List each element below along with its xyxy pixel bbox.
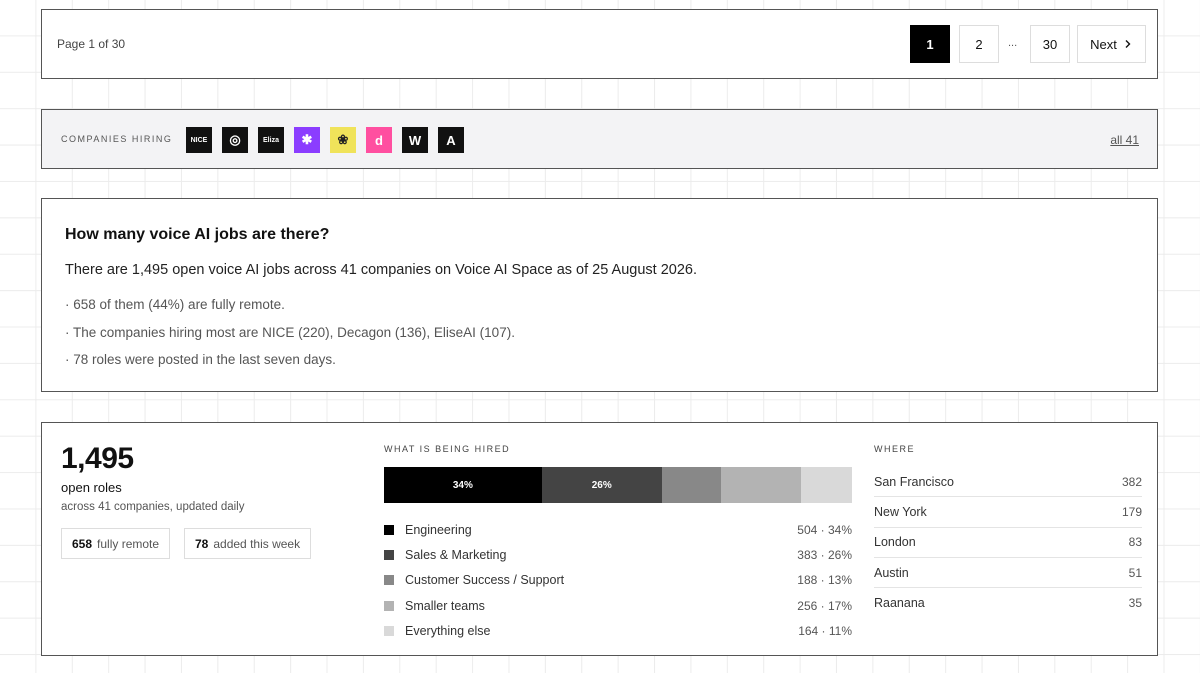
stats-subtitle: across 41 companies, updated daily	[61, 501, 245, 513]
all-companies-link[interactable]: all 41	[1110, 133, 1139, 147]
next-page-button[interactable]: Next	[1077, 25, 1146, 63]
legend-swatch	[384, 575, 394, 586]
location-city: London	[874, 535, 916, 550]
hiring-legend-item: Everything else 164 · 11%	[384, 618, 852, 643]
location-count: 382	[1121, 474, 1142, 489]
hiring-breakdown-bar: 34% 26%	[384, 467, 852, 503]
legend-category: Engineering	[405, 522, 472, 537]
legend-value: 188 · 13%	[797, 573, 852, 588]
hiring-legend-item: Sales & Marketing 383 · 26%	[384, 542, 852, 567]
location-city: New York	[874, 504, 927, 519]
hiring-legend-item: Smaller teams 256 · 17%	[384, 593, 852, 618]
legend-swatch	[384, 549, 394, 560]
page-2-button[interactable]: 2	[959, 25, 999, 63]
location-count: 35	[1128, 596, 1142, 611]
faq-card: How many voice AI jobs are there? There …	[41, 198, 1158, 392]
location-list: San Francisco 382 New York 179 London 83 Austi…	[874, 467, 1142, 618]
location-row[interactable]: London 83	[874, 528, 1142, 558]
faq-points: · 658 of them (44%) are fully remote. · …	[65, 297, 515, 380]
location-row[interactable]: New York 179	[874, 497, 1142, 528]
legend-swatch	[384, 600, 394, 611]
hiring-bar-segment	[800, 467, 852, 503]
decagon-logo[interactable]: ◎	[222, 127, 248, 153]
hiring-legend-item: Customer Success / Support 188 · 13%	[384, 568, 852, 593]
faq-point: · The companies hiring most are NICE (22…	[65, 324, 515, 340]
nice-logo[interactable]: NICE	[186, 127, 212, 153]
page-1-button[interactable]: 1	[910, 25, 950, 63]
faq-question: How many voice AI jobs are there?	[65, 226, 330, 243]
location-city: San Francisco	[874, 474, 954, 489]
total-roles-count: 1,495	[61, 442, 134, 475]
legend-value: 383 · 26%	[797, 547, 852, 562]
location-count: 179	[1121, 504, 1142, 519]
location-row[interactable]: San Francisco 382	[874, 467, 1142, 498]
location-row[interactable]: Raanana 35	[874, 588, 1142, 618]
location-count: 51	[1128, 565, 1142, 580]
a-logo[interactable]: A	[438, 127, 464, 153]
starburst-logo[interactable]: ✱	[294, 127, 320, 153]
hiring-legend-item: Engineering 504 · 34%	[384, 517, 852, 542]
location-city: Austin	[874, 565, 909, 580]
legend-value: 504 · 34%	[797, 522, 852, 537]
companies-hiring-bar: COMPANIES HIRING NICE ◎ Eliza ✱ ❀ d W A all 41	[41, 109, 1158, 169]
legend-category: Smaller teams	[405, 598, 485, 613]
hiring-bar-segment: 34%	[384, 467, 542, 503]
remote-count: 658	[72, 536, 93, 551]
total-roles-label: open roles	[61, 480, 122, 495]
legend-swatch	[384, 524, 394, 535]
w-logo[interactable]: W	[402, 127, 428, 153]
page-30-button[interactable]: 30	[1030, 25, 1070, 63]
page-ellipsis: ...	[1008, 37, 1018, 49]
legend-category: Everything else	[405, 623, 491, 638]
location-city: Raanana	[874, 596, 925, 611]
flower-logo[interactable]: ❀	[330, 127, 356, 153]
d-logo[interactable]: d	[366, 127, 392, 153]
where-label: WHERE	[874, 444, 915, 454]
legend-swatch	[384, 625, 394, 636]
hiring-label: WHAT IS BEING HIRED	[384, 444, 511, 454]
location-row[interactable]: Austin 51	[874, 558, 1142, 589]
legend-value: 256 · 17%	[797, 598, 852, 613]
week-count: 78	[195, 536, 209, 551]
page-status: Page 1 of 30	[57, 37, 126, 51]
week-label: added this week	[213, 536, 301, 551]
week-chip[interactable]: 78 added this week	[184, 528, 312, 559]
hiring-bar-segment	[661, 467, 721, 503]
remote-label: fully remote	[97, 536, 160, 551]
chevron-right-icon	[1125, 40, 1131, 48]
hiring-bar-segment	[720, 467, 801, 503]
eliseai-logo[interactable]: Eliza	[258, 127, 284, 153]
faq-point: · 658 of them (44%) are fully remote.	[65, 297, 285, 312]
remote-chip[interactable]: 658 fully remote	[61, 528, 171, 559]
legend-category: Customer Success / Support	[405, 573, 565, 588]
hiring-bar-segment: 26%	[541, 467, 662, 503]
hiring-legend: Engineering 504 · 34% Sales & Marketing 383…	[384, 517, 852, 643]
pagination-bar: Page 1 of 30 1 2 ... 30 Next	[41, 9, 1158, 79]
location-count: 83	[1128, 535, 1142, 550]
faq-point: · 78 roles were posted in the last seven…	[65, 352, 336, 367]
next-label: Next	[1090, 36, 1117, 52]
faq-answer: There are 1,495 open voice AI jobs acros…	[65, 262, 697, 278]
legend-category: Sales & Marketing	[405, 547, 507, 562]
stats-card: 1,495 open roles across 41 companies, up…	[41, 422, 1158, 656]
companies-hiring-label: COMPANIES HIRING	[61, 134, 173, 144]
legend-value: 164 · 11%	[798, 623, 852, 638]
company-logos: NICE ◎ Eliza ✱ ❀ d W A	[186, 127, 464, 153]
